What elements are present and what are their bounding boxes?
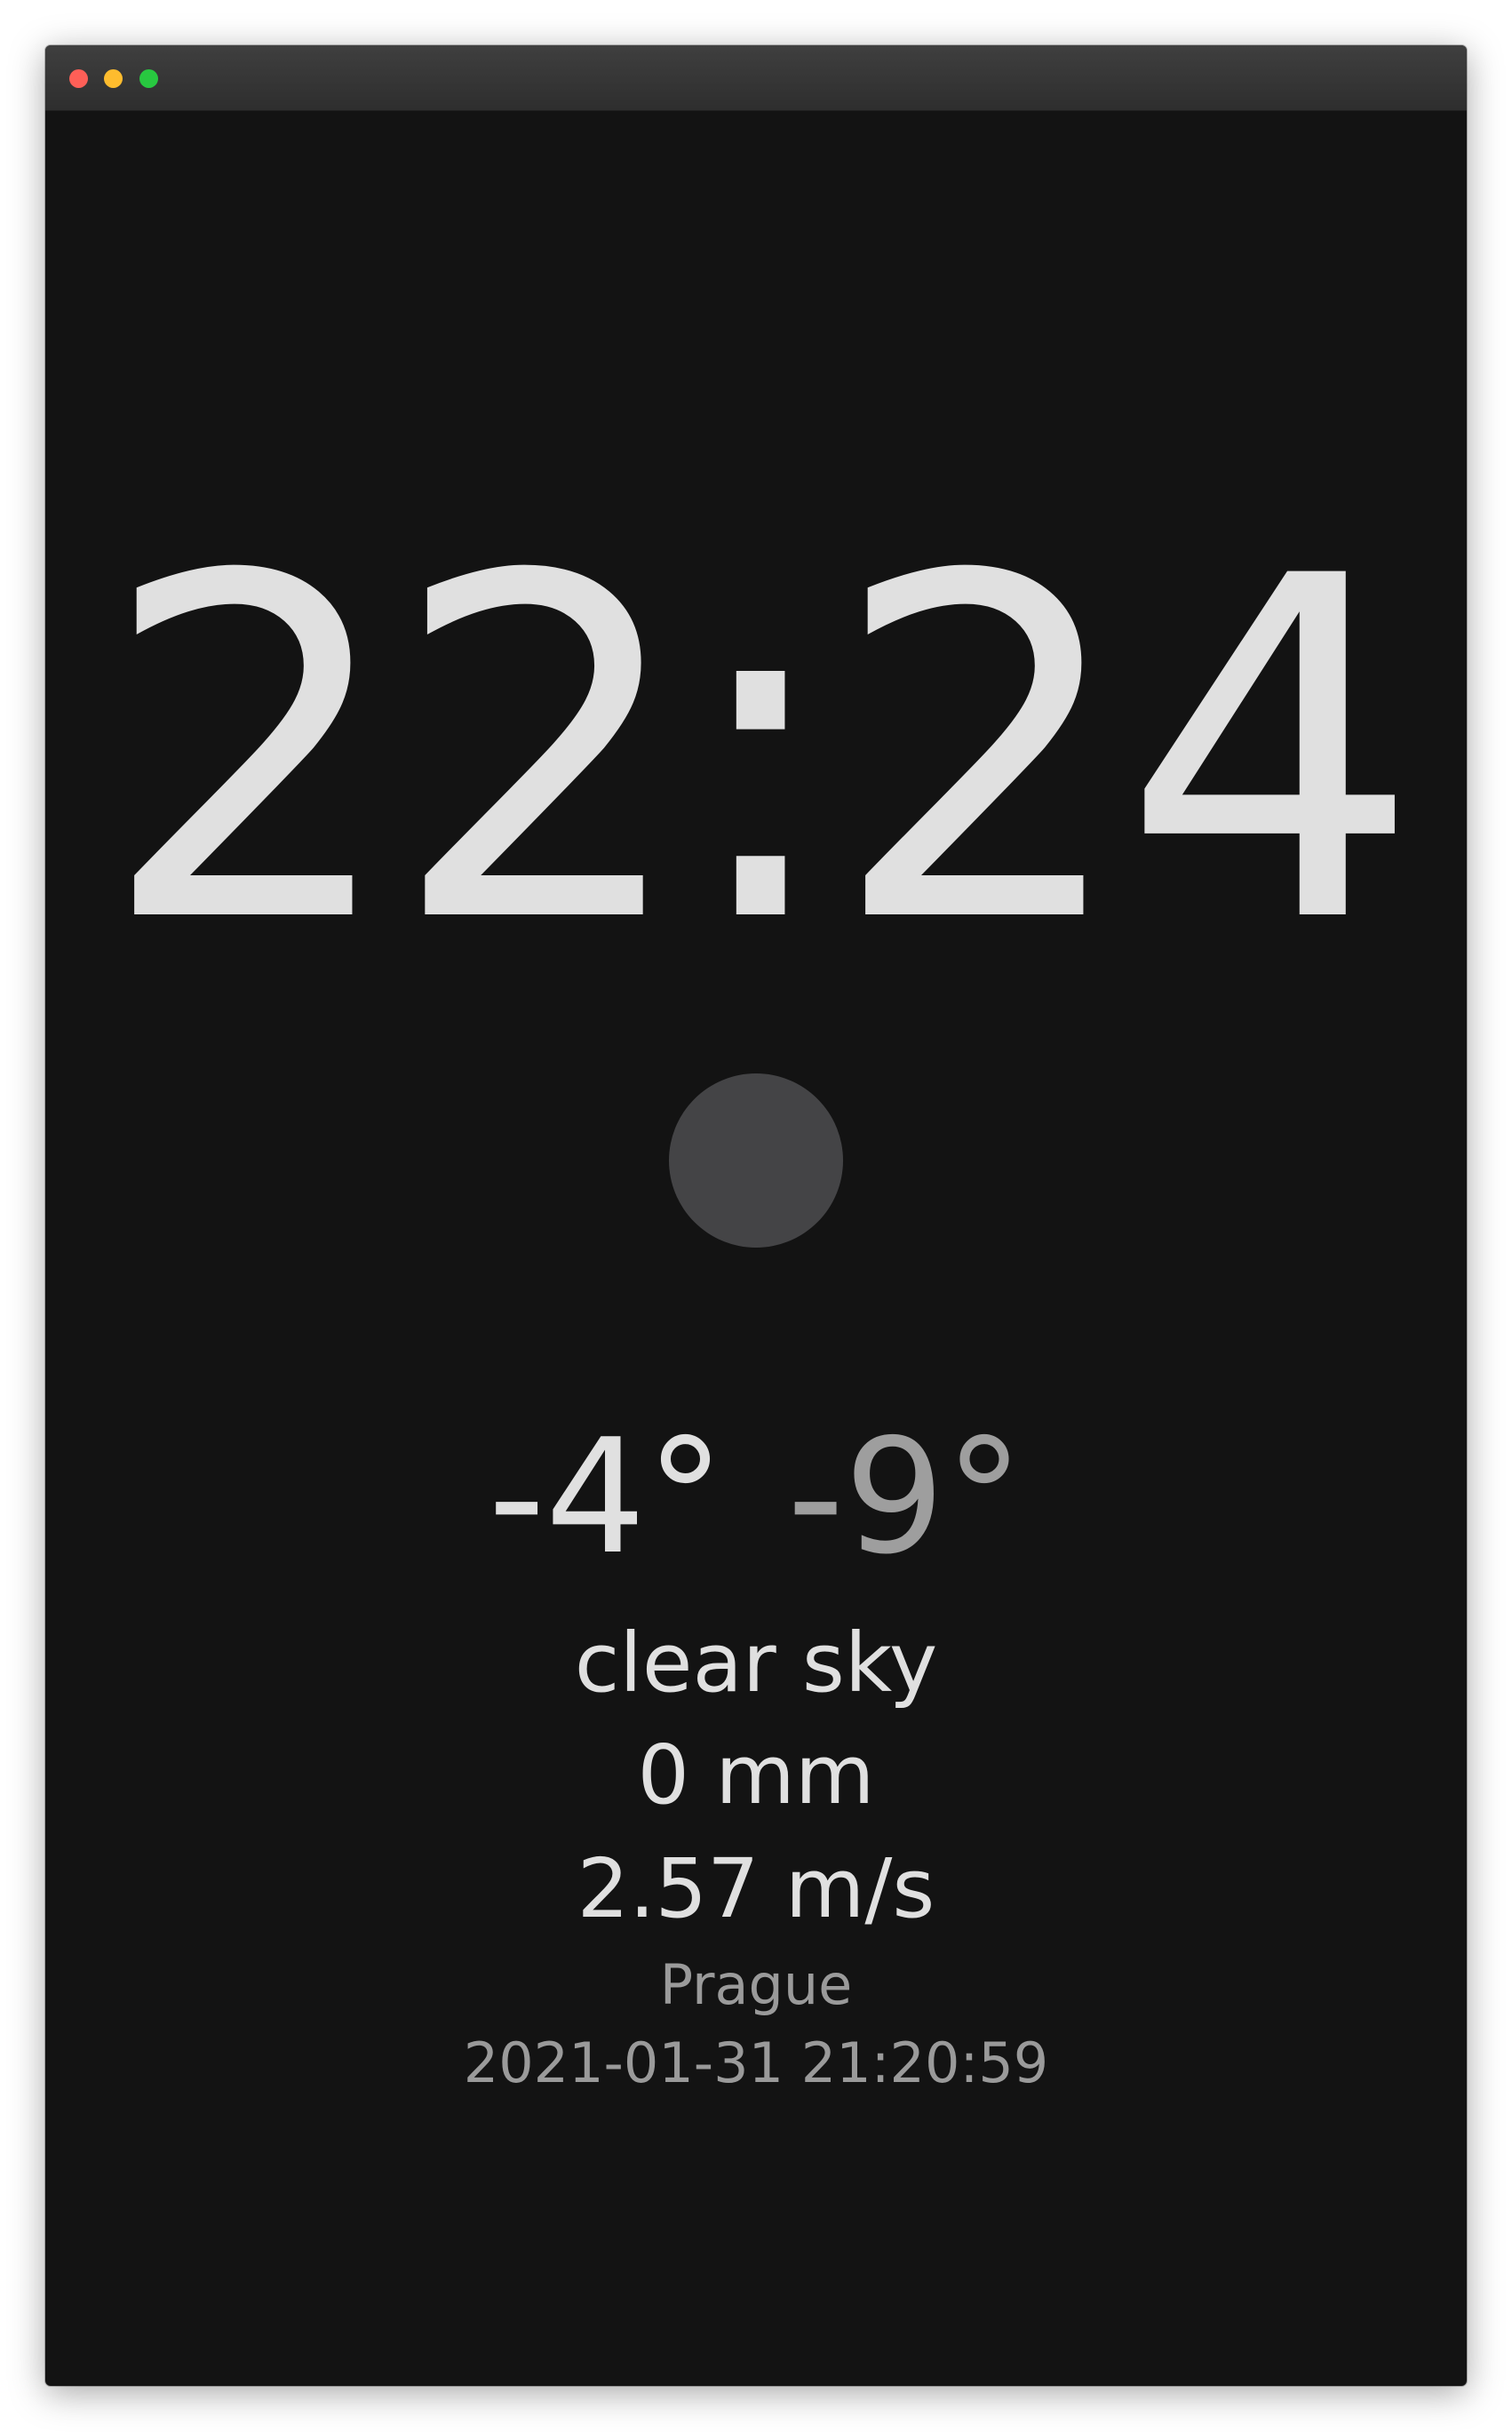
app-window: 22:24 -4° -9° clear sky 0 mm 2.57 m/s Pra… bbox=[45, 45, 1467, 2386]
clock-time: 22:24 bbox=[99, 477, 1420, 1025]
city-name: Prague bbox=[659, 1952, 853, 2017]
window-titlebar[interactable] bbox=[45, 45, 1467, 111]
weather-icon bbox=[669, 1073, 843, 1248]
weather-description: clear sky bbox=[574, 1615, 938, 1711]
last-updated: 2021-01-31 21:20:59 bbox=[463, 2030, 1049, 2095]
feels-like-temperature: -9° bbox=[787, 1405, 1024, 1589]
current-temperature: -4° bbox=[488, 1405, 725, 1589]
zoom-window-button[interactable] bbox=[139, 69, 158, 88]
close-window-button[interactable] bbox=[69, 69, 88, 88]
wind-speed: 2.57 m/s bbox=[577, 1841, 935, 1936]
minimize-window-button[interactable] bbox=[104, 69, 123, 88]
precipitation: 0 mm bbox=[637, 1727, 875, 1823]
temperature-row: -4° -9° bbox=[45, 1418, 1467, 1576]
